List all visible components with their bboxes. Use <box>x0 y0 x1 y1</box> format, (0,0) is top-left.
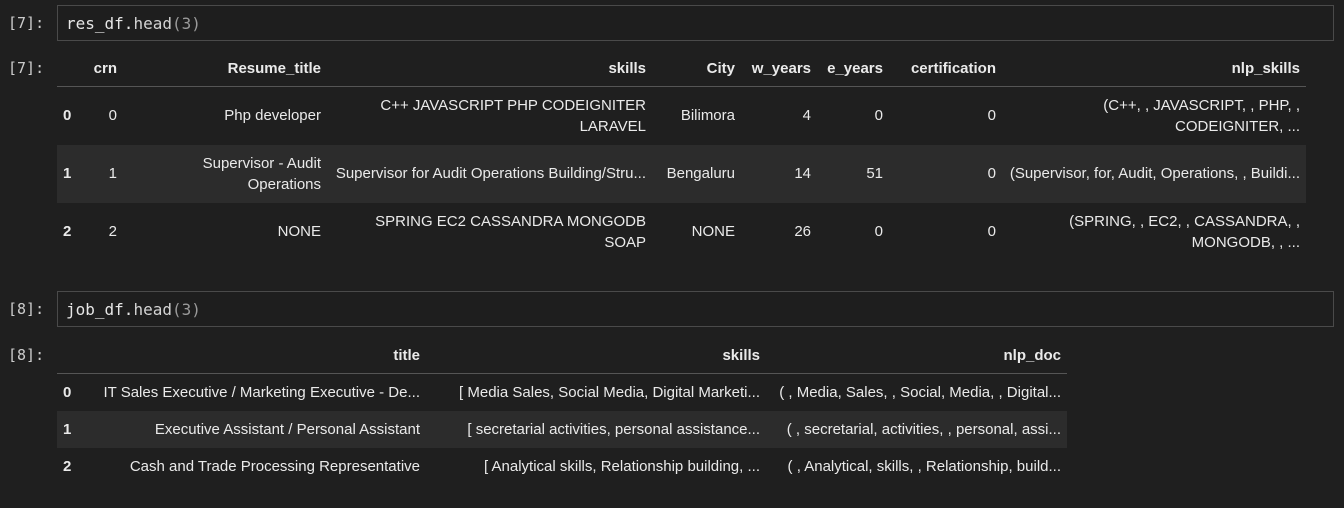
table-row: 2 2 NONE SPRING EC2 CASSANDRA MONGODB SO… <box>57 203 1306 261</box>
table-cell: NONE <box>277 223 321 240</box>
table-cell: Cash and Trade Processing Representative <box>129 457 420 475</box>
row-index: 1 <box>57 144 85 203</box>
code-method: head <box>133 299 172 319</box>
column-header <box>57 50 85 87</box>
column-header: e_years <box>827 59 883 77</box>
table-cell: Supervisor for Audit Operations Building… <box>327 144 652 203</box>
column-header: title <box>393 346 420 364</box>
column-header: Resume_title <box>227 59 321 77</box>
table-cell: 14 <box>741 144 817 203</box>
notebook: [7]: res_df. head(3) [7]: crn Resume_titl… <box>0 0 1344 508</box>
column-header: skills <box>608 59 646 77</box>
table-cell: SPRING EC2 CASSANDRA MONGODB SOAP <box>375 212 646 251</box>
table-cell: ( , Media, Sales, , Social, Media, , Dig… <box>779 383 1061 401</box>
table-cell: [ secretarial activities, personal assis… <box>426 410 766 448</box>
output-prompt-7: [7]: <box>8 59 45 77</box>
table-cell: 2 <box>108 223 117 240</box>
code-argument: 3 <box>181 13 192 33</box>
table-row: 0 IT Sales Executive / Marketing Executi… <box>57 374 1067 411</box>
code-dot: . <box>123 299 134 319</box>
table-header-row: title skills nlp_doc <box>57 337 1067 374</box>
table-cell: 0 <box>874 223 883 240</box>
input-prompt-8: [8]: <box>8 300 45 318</box>
row-index: 1 <box>57 410 85 448</box>
code-dot: . <box>123 13 134 33</box>
table-cell: 1 <box>85 144 123 203</box>
table-cell: 51 <box>817 144 889 203</box>
table-cell: C++ JAVASCRIPT PHP CODEIGNITER LARAVEL <box>380 96 646 135</box>
row-index: 0 <box>63 383 72 401</box>
table-cell: (Supervisor, for, Audit, Operations, , B… <box>1002 144 1306 203</box>
row-index: 2 <box>63 223 72 240</box>
table-cell: ( , Analytical, skills, , Relationship, … <box>787 457 1061 475</box>
column-header: crn <box>93 59 117 77</box>
column-header: skills <box>722 346 760 364</box>
table-cell: NONE <box>691 223 735 240</box>
column-header <box>57 337 85 374</box>
table-cell: 0 <box>987 223 996 240</box>
code-paren-open: ( <box>171 13 182 33</box>
res-df-table: crn Resume_title skills City w_years e_y… <box>57 50 1306 261</box>
code-variable: res_df <box>66 13 124 33</box>
row-index: 0 <box>63 107 72 125</box>
code-paren-open: ( <box>171 299 182 319</box>
code-paren-close: ) <box>191 13 201 33</box>
table-cell: IT Sales Executive / Marketing Executive… <box>103 383 420 401</box>
code-argument: 3 <box>181 299 192 319</box>
table-cell: Bilimora <box>680 107 735 125</box>
row-index: 2 <box>63 457 72 475</box>
code-variable: job_df <box>66 299 124 319</box>
table-cell: [ Analytical skills, Relationship buildi… <box>484 457 760 475</box>
table-row: 1 Executive Assistant / Personal Assista… <box>57 410 1067 448</box>
table-cell: Php developer <box>224 107 321 125</box>
column-header: w_years <box>751 59 811 77</box>
table-row: 2 Cash and Trade Processing Representati… <box>57 448 1067 485</box>
code-method: head <box>133 13 172 33</box>
column-header: City <box>706 59 735 77</box>
table-cell: Bengaluru <box>652 144 741 203</box>
table-cell: ( , secretarial, activities, , personal,… <box>766 410 1067 448</box>
column-header: nlp_doc <box>1003 346 1061 364</box>
table-row: 0 0 Php developer C++ JAVASCRIPT PHP COD… <box>57 87 1306 145</box>
code-paren-close: ) <box>191 299 201 319</box>
input-prompt-7: [7]: <box>8 14 45 32</box>
column-header: certification <box>910 59 996 77</box>
table-cell: Supervisor - Audit Operations <box>123 144 327 203</box>
table-cell: (SPRING, , EC2, , CASSANDRA, , MONGODB, … <box>1069 212 1300 251</box>
table-cell: 4 <box>802 107 811 125</box>
table-cell: 0 <box>108 107 117 125</box>
table-cell: 0 <box>987 107 996 125</box>
table-cell: [ Media Sales, Social Media, Digital Mar… <box>459 383 760 401</box>
table-cell: 0 <box>889 144 1002 203</box>
code-cell-8[interactable]: job_df. head(3) <box>57 291 1334 327</box>
code-cell-7[interactable]: res_df. head(3) <box>57 5 1334 41</box>
table-cell: 0 <box>874 107 883 125</box>
table-cell: Executive Assistant / Personal Assistant <box>85 410 426 448</box>
column-header: nlp_skills <box>1231 59 1300 77</box>
output-prompt-8: [8]: <box>8 346 45 364</box>
table-row: 1 1 Supervisor - Audit Operations Superv… <box>57 144 1306 203</box>
table-cell: (C++, , JAVASCRIPT, , PHP, , CODEIGNITER… <box>1103 96 1300 135</box>
job-df-table: title skills nlp_doc 0 IT Sales Executiv… <box>57 337 1067 485</box>
table-cell: 26 <box>794 223 811 240</box>
table-header-row: crn Resume_title skills City w_years e_y… <box>57 50 1306 87</box>
